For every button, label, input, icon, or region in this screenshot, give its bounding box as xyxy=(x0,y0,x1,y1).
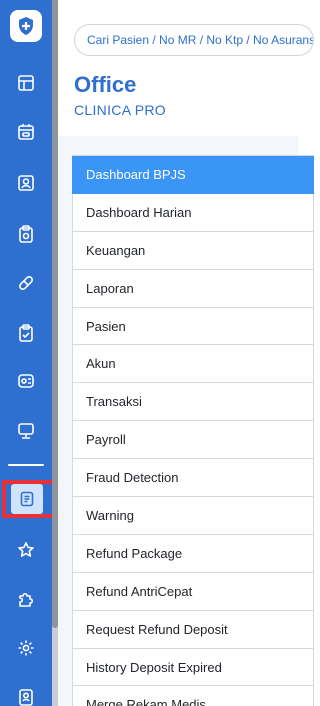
menu-item-akun[interactable]: Akun xyxy=(72,345,314,384)
search-box[interactable] xyxy=(74,24,314,56)
menu-item-payroll[interactable]: Payroll xyxy=(72,421,314,460)
star-icon[interactable] xyxy=(15,539,37,561)
calendar-icon[interactable] xyxy=(15,121,37,143)
menu-item-history-deposit-expired[interactable]: History Deposit Expired xyxy=(72,648,314,687)
clipboard-icon[interactable] xyxy=(15,223,37,245)
menu-item-dashboard-harian[interactable]: Dashboard Harian xyxy=(72,193,314,232)
puzzle-icon[interactable] xyxy=(15,588,37,610)
menu-item-transaksi[interactable]: Transaksi xyxy=(72,383,314,422)
layout-icon[interactable] xyxy=(15,72,37,94)
menu-item-warning[interactable]: Warning xyxy=(72,497,314,535)
page-title: Office xyxy=(74,72,137,97)
user-card-icon[interactable] xyxy=(15,172,37,194)
id-card-icon[interactable] xyxy=(15,370,37,392)
menu-item-request-refund-deposit[interactable]: Request Refund Deposit xyxy=(72,610,314,649)
page-subtitle: CLINICA PRO xyxy=(74,102,166,118)
menu-item-fraud-detection[interactable]: Fraud Detection xyxy=(72,459,314,498)
pill-icon[interactable] xyxy=(15,272,37,294)
sidebar xyxy=(0,0,52,706)
menu-item-pasien[interactable]: Pasien xyxy=(72,307,314,346)
search-input[interactable] xyxy=(75,25,313,55)
logo[interactable] xyxy=(10,10,42,42)
main-content: Office CLINICA PRO Dashboard BPJS Dashbo… xyxy=(58,0,314,706)
sidebar-divider xyxy=(8,464,44,466)
menu-item-laporan[interactable]: Laporan xyxy=(72,269,314,308)
menu-item-merge-rekam-medis[interactable]: Merge Rekam Medis xyxy=(72,686,314,706)
menu-item-dashboard-bpjs[interactable]: Dashboard BPJS xyxy=(72,156,314,194)
shield-icon xyxy=(19,17,33,35)
gear-icon[interactable] xyxy=(15,637,37,659)
monitor-icon[interactable] xyxy=(15,420,37,442)
contact-icon[interactable] xyxy=(15,686,37,706)
menu-item-refund-antricepat[interactable]: Refund AntriCepat xyxy=(72,572,314,611)
checklist-icon[interactable] xyxy=(15,322,37,344)
menu-item-refund-package[interactable]: Refund Package xyxy=(72,534,314,573)
menu-item-keuangan[interactable]: Keuangan xyxy=(72,231,314,270)
office-menu: Dashboard BPJS Dashboard Harian Keuangan… xyxy=(72,155,314,706)
